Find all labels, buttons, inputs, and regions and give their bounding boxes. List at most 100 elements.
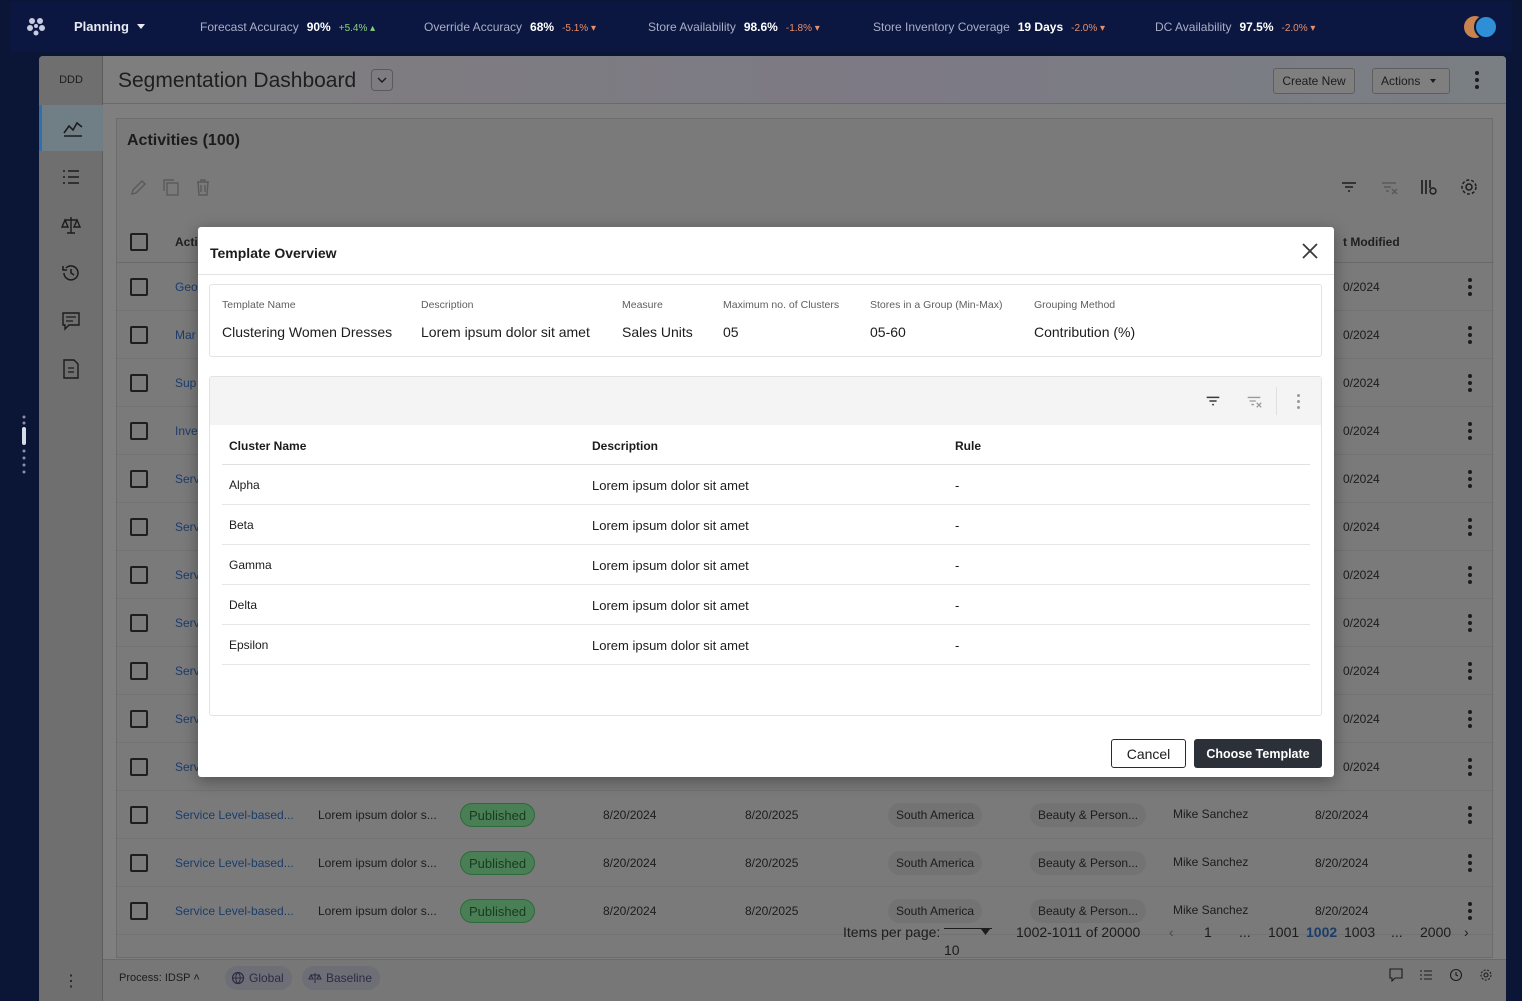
activity-name-link[interactable]: Service Level-based... <box>175 808 294 822</box>
activity-name-link[interactable]: Inve <box>175 424 198 438</box>
activity-name-link[interactable]: Serv <box>175 712 200 726</box>
row-more-icon[interactable] <box>1460 565 1480 585</box>
kpi-override-accuracy[interactable]: Override Accuracy 68% -5.1% ▾ <box>424 20 596 34</box>
sidebar-item-history[interactable] <box>39 250 103 296</box>
next-page-icon[interactable]: › <box>1464 924 1469 940</box>
copy-icon[interactable] <box>161 177 181 197</box>
row-more-icon[interactable] <box>1460 373 1480 393</box>
clear-filter-icon[interactable] <box>1379 177 1399 197</box>
gear-icon[interactable] <box>1459 177 1479 197</box>
activity-name-link[interactable]: Mar <box>175 328 196 342</box>
clear-filter-icon[interactable] <box>1245 392 1263 410</box>
list-icon[interactable] <box>1419 968 1433 982</box>
cancel-button[interactable]: Cancel <box>1111 739 1186 768</box>
row-checkbox[interactable] <box>130 374 148 392</box>
activity-name-link[interactable]: Sup <box>175 376 196 390</box>
drag-handle-icon[interactable] <box>20 415 28 485</box>
row-more-icon[interactable] <box>1460 805 1480 825</box>
activity-name-link[interactable]: Serv <box>175 472 200 486</box>
cluster-row[interactable]: Gamma Lorem ipsum dolor sit amet - <box>222 545 1310 585</box>
row-checkbox[interactable] <box>130 710 148 728</box>
page-1003[interactable]: 1003 <box>1344 924 1375 940</box>
row-checkbox[interactable] <box>130 806 148 824</box>
process-selector[interactable]: Process: IDSP ˄ <box>119 972 200 984</box>
column-header-cluster-name[interactable]: Cluster Name <box>229 439 306 453</box>
sidebar-more-icon[interactable]: ⋮ <box>39 971 103 991</box>
header-more-icon[interactable] <box>1467 70 1487 90</box>
app-logo-icon[interactable] <box>26 16 46 36</box>
column-header-rule[interactable]: Rule <box>955 439 981 453</box>
cluster-row[interactable]: Epsilon Lorem ipsum dolor sit amet - <box>222 625 1310 665</box>
filter-icon[interactable] <box>1204 392 1222 410</box>
row-more-icon[interactable] <box>1460 325 1480 345</box>
row-more-icon[interactable] <box>1460 517 1480 537</box>
page-1001[interactable]: 1001 <box>1268 924 1299 940</box>
row-more-icon[interactable] <box>1460 277 1480 297</box>
row-checkbox[interactable] <box>130 662 148 680</box>
row-checkbox[interactable] <box>130 278 148 296</box>
row-more-icon[interactable] <box>1460 613 1480 633</box>
sidebar-item-balance[interactable] <box>39 202 103 248</box>
kpi-dc-availability[interactable]: DC Availability 97.5% -2.0% ▾ <box>1155 20 1315 34</box>
cluster-row[interactable]: Delta Lorem ipsum dolor sit amet - <box>222 585 1310 625</box>
column-header-last-modified[interactable]: t Modified <box>1343 235 1400 249</box>
row-checkbox[interactable] <box>130 326 148 344</box>
row-more-icon[interactable] <box>1460 469 1480 489</box>
row-checkbox[interactable] <box>130 854 148 872</box>
gear-icon[interactable] <box>1479 968 1493 982</box>
title-dropdown-button[interactable] <box>371 69 393 91</box>
kpi-store-inventory-coverage[interactable]: Store Inventory Coverage 19 Days -2.0% ▾ <box>873 20 1105 34</box>
row-checkbox[interactable] <box>130 470 148 488</box>
table-row[interactable]: Service Level-based... Lorem ipsum dolor … <box>117 839 1494 887</box>
activity-name-link[interactable]: Serv <box>175 664 200 678</box>
column-header-description[interactable]: Description <box>592 439 658 453</box>
select-all-checkbox[interactable] <box>130 233 148 251</box>
page-current[interactable]: 1002 <box>1306 924 1337 940</box>
sidebar-item-comments[interactable] <box>39 298 103 344</box>
sidebar-item-documents[interactable] <box>39 346 103 392</box>
kpi-store-availability[interactable]: Store Availability 98.6% -1.8% ▾ <box>648 20 820 34</box>
activity-name-link[interactable]: Serv <box>175 520 200 534</box>
cluster-row[interactable]: Alpha Lorem ipsum dolor sit amet - <box>222 465 1310 505</box>
activity-name-link[interactable]: Serv <box>175 760 200 774</box>
row-checkbox[interactable] <box>130 566 148 584</box>
sidebar-item-list[interactable] <box>39 154 103 200</box>
activity-name-link[interactable]: Serv <box>175 568 200 582</box>
comment-icon[interactable] <box>1389 968 1403 982</box>
edit-icon[interactable] <box>129 177 149 197</box>
activity-name-link[interactable]: Serv <box>175 616 200 630</box>
activity-name-link[interactable]: Service Level-based... <box>175 856 294 870</box>
row-more-icon[interactable] <box>1460 661 1480 681</box>
close-icon[interactable] <box>1300 241 1320 261</box>
delete-icon[interactable] <box>193 177 213 197</box>
page-first[interactable]: 1 <box>1204 924 1212 940</box>
kpi-forecast-accuracy[interactable]: Forecast Accuracy 90% +5.4% ▴ <box>200 20 375 34</box>
items-per-page-select[interactable]: 10 <box>944 924 992 958</box>
row-checkbox[interactable] <box>130 422 148 440</box>
baseline-chip[interactable]: Baseline <box>302 966 381 990</box>
table-row[interactable]: Service Level-based... Lorem ipsum dolor … <box>117 791 1494 839</box>
actions-button[interactable]: Actions <box>1372 68 1450 94</box>
row-checkbox[interactable] <box>130 758 148 776</box>
row-more-icon[interactable] <box>1460 421 1480 441</box>
row-more-icon[interactable] <box>1460 757 1480 777</box>
column-settings-icon[interactable] <box>1419 177 1439 197</box>
planning-menu[interactable]: Planning <box>74 19 145 34</box>
choose-template-button[interactable]: Choose Template <box>1194 739 1322 768</box>
page-last[interactable]: 2000 <box>1420 924 1451 940</box>
global-chip[interactable]: Global <box>225 966 292 990</box>
create-new-button[interactable]: Create New <box>1273 68 1355 94</box>
sidebar-item-dashboard[interactable] <box>39 105 103 151</box>
row-more-icon[interactable] <box>1460 709 1480 729</box>
history-icon[interactable] <box>1449 968 1463 982</box>
row-checkbox[interactable] <box>130 614 148 632</box>
grid-more-icon[interactable] <box>1288 391 1308 411</box>
cluster-row[interactable]: Beta Lorem ipsum dolor sit amet - <box>222 505 1310 545</box>
prev-page-icon[interactable]: ‹ <box>1169 924 1174 940</box>
row-checkbox[interactable] <box>130 518 148 536</box>
column-header-activity[interactable]: Acti <box>175 235 198 249</box>
activity-name-link[interactable]: Geo <box>175 280 198 294</box>
user-avatar[interactable] <box>1462 14 1500 40</box>
row-more-icon[interactable] <box>1460 853 1480 873</box>
filter-icon[interactable] <box>1339 177 1359 197</box>
